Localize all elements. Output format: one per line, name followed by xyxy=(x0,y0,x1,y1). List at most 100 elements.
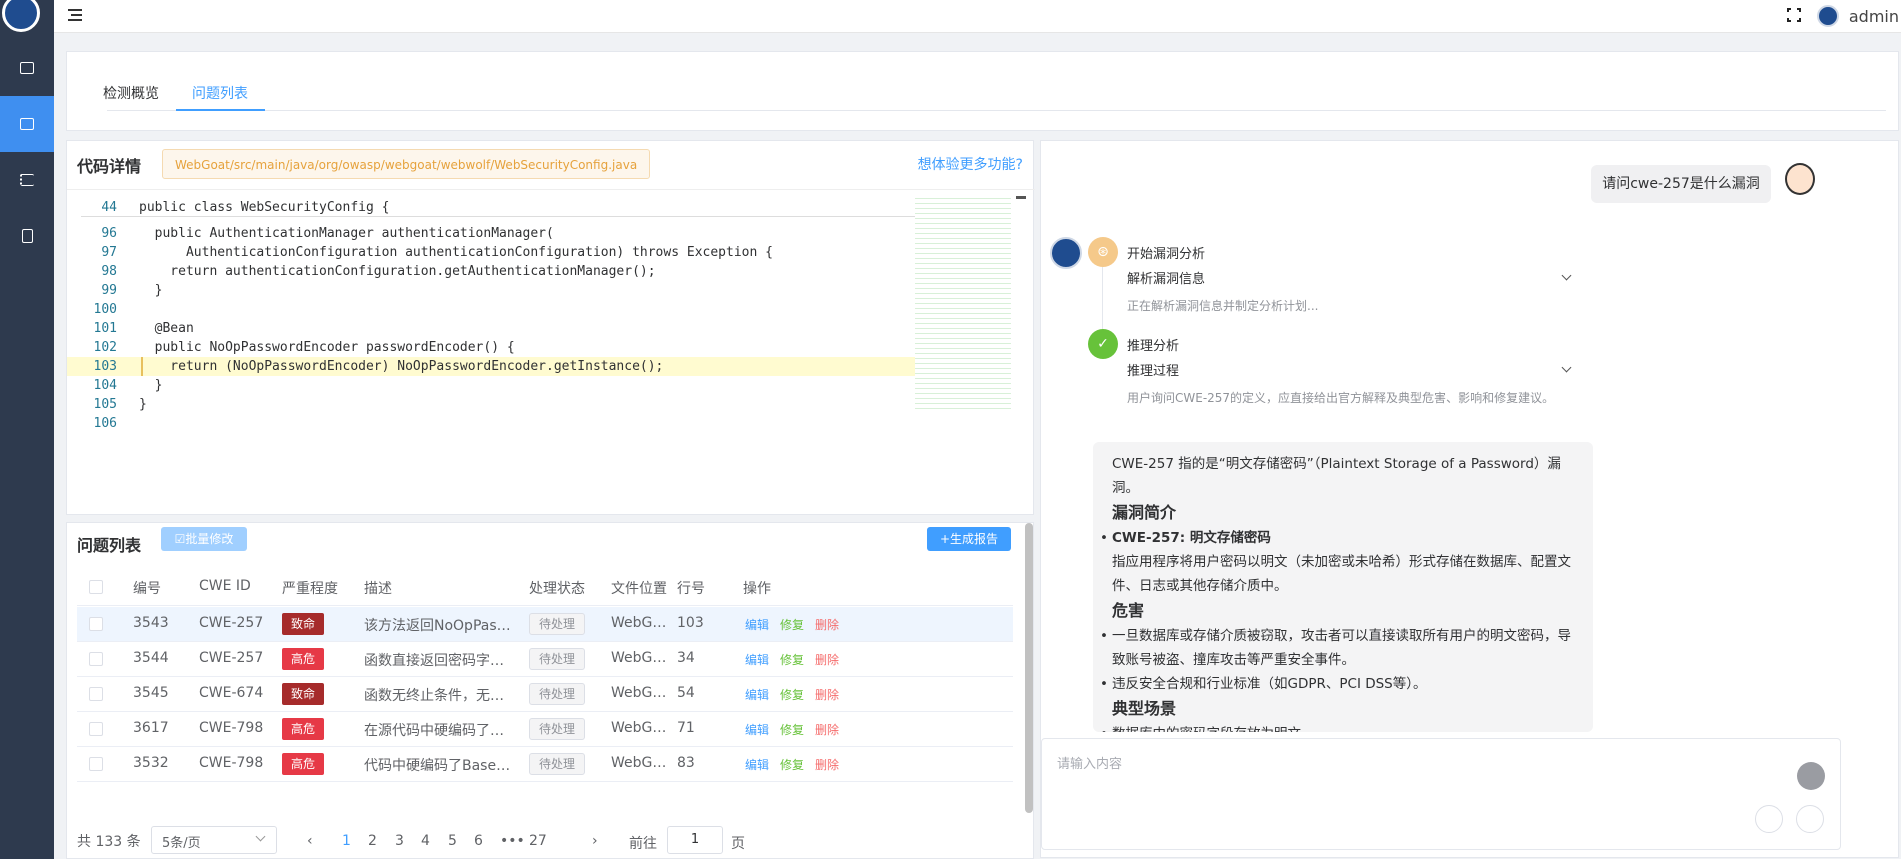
page-number[interactable]: 2 xyxy=(368,833,377,849)
code-line[interactable]: 106 xyxy=(67,414,917,433)
fix-button[interactable]: 修复 xyxy=(780,616,804,633)
sidebar-item-docs[interactable] xyxy=(0,208,54,264)
fix-button[interactable]: 修复 xyxy=(780,686,804,703)
edit-button[interactable]: 编辑 xyxy=(745,616,769,633)
delete-button[interactable]: 删除 xyxy=(815,616,839,633)
more-features-link[interactable]: 想体验更多功能? xyxy=(918,154,1023,174)
code-line[interactable]: 101 @Bean xyxy=(67,319,917,338)
issue-description: 函数直接返回密码字段的… xyxy=(364,653,514,669)
fix-button[interactable]: 修复 xyxy=(780,721,804,738)
code-editor[interactable]: 44 public class WebSecurityConfig { 96 pu… xyxy=(67,189,1035,515)
col-header[interactable]: CWE ID xyxy=(199,578,251,594)
code-line[interactable]: 97 AuthenticationConfiguration authentic… xyxy=(67,243,917,262)
col-header[interactable]: 严重程度 xyxy=(282,578,338,598)
step-sub[interactable]: 推理过程 xyxy=(1127,360,1179,379)
code-minimap[interactable] xyxy=(915,196,1011,411)
attach-icon[interactable] xyxy=(1755,805,1783,833)
code-line[interactable]: 100 xyxy=(67,300,917,319)
page-number[interactable]: 27 xyxy=(529,833,547,849)
file-location: WebG… xyxy=(611,720,667,736)
page-number[interactable]: 5 xyxy=(448,833,457,849)
severity-badge: 高危 xyxy=(282,648,324,670)
table-row[interactable]: 3543 CWE-257 致命 该方法返回NoOpPassword… 待处理 WebG… 1… xyxy=(77,607,1013,642)
table-row[interactable]: 3544 CWE-257 高危 函数直接返回密码字段的… 待处理 WebG… 34 编辑修复删… xyxy=(77,642,1013,677)
issue-description: 代码中硬编码了Base64编… xyxy=(364,758,514,774)
issue-id: 3617 xyxy=(133,720,169,736)
code-line[interactable]: 102 public NoOpPasswordEncoder passwordE… xyxy=(67,338,917,357)
page-number[interactable]: 6 xyxy=(474,833,483,849)
delete-button[interactable]: 删除 xyxy=(815,651,839,668)
robot-icon[interactable] xyxy=(1797,762,1825,790)
step-detail: 用户询问CWE-257的定义，应直接给出官方解释及典型危害、影响和修复建议。 xyxy=(1127,391,1555,405)
menu-toggle-icon[interactable] xyxy=(68,9,82,21)
minimap-slider[interactable] xyxy=(1016,196,1026,199)
code-line[interactable]: 99 } xyxy=(67,281,917,300)
sidebar-item-projects[interactable] xyxy=(0,96,54,152)
step-connector xyxy=(1102,267,1103,329)
user-avatar xyxy=(1785,163,1815,195)
send-icon[interactable] xyxy=(1796,805,1824,833)
edit-button[interactable]: 编辑 xyxy=(745,721,769,738)
page-number[interactable]: ••• xyxy=(500,833,525,849)
generate-report-button[interactable]: +生成报告 xyxy=(927,527,1011,551)
goto-page-input[interactable]: 1 xyxy=(667,826,723,854)
status-badge: 待处理 xyxy=(529,718,585,740)
username[interactable]: admin xyxy=(1849,7,1899,26)
col-header[interactable]: 描述 xyxy=(364,578,392,598)
code-line[interactable]: 98 return authenticationConfiguration.ge… xyxy=(67,262,917,281)
row-checkbox[interactable] xyxy=(89,617,103,631)
edit-button[interactable]: 编辑 xyxy=(745,651,769,668)
line-number: 103 xyxy=(677,615,704,631)
sidebar-item-overview[interactable] xyxy=(0,40,54,96)
chat-input[interactable]: 请输入内容 xyxy=(1041,738,1841,850)
folder-icon xyxy=(20,118,34,130)
line-number: 83 xyxy=(677,755,695,771)
col-header[interactable]: 操作 xyxy=(743,578,771,598)
chevron-down-icon[interactable] xyxy=(1561,270,1572,281)
chevron-down-icon[interactable] xyxy=(1561,362,1572,373)
edit-button[interactable]: 编辑 xyxy=(745,686,769,703)
select-all-checkbox[interactable] xyxy=(89,580,103,594)
line-number: 101 xyxy=(93,321,117,336)
row-checkbox[interactable] xyxy=(89,687,103,701)
page-number[interactable]: 3 xyxy=(395,833,404,849)
col-header[interactable]: 编号 xyxy=(133,578,161,598)
step-sub[interactable]: 解析漏洞信息 xyxy=(1127,268,1205,287)
row-checkbox[interactable] xyxy=(89,652,103,666)
col-header[interactable]: 行号 xyxy=(677,578,705,598)
col-header[interactable]: 处理状态 xyxy=(529,578,585,598)
table-header: 编号 CWE ID 严重程度 描述 处理状态 文件位置 行号 操作 xyxy=(77,566,1013,606)
issue-panel-scrollbar[interactable] xyxy=(1025,523,1033,813)
delete-button[interactable]: 删除 xyxy=(815,686,839,703)
row-checkbox[interactable] xyxy=(89,722,103,736)
edit-button[interactable]: 编辑 xyxy=(745,756,769,773)
avatar[interactable] xyxy=(1817,5,1839,27)
page-number[interactable]: 1 xyxy=(342,833,351,849)
fix-button[interactable]: 修复 xyxy=(780,651,804,668)
table-row[interactable]: 3617 CWE-798 高危 在源代码中硬编码了数据… 待处理 WebG… 71 编辑修复删… xyxy=(77,712,1013,747)
page-number[interactable]: 4 xyxy=(421,833,430,849)
batch-edit-button[interactable]: ☑批量修改 xyxy=(161,527,247,551)
row-checkbox[interactable] xyxy=(89,757,103,771)
sidebar-item-list[interactable] xyxy=(0,152,54,208)
code-line[interactable]: 96 public AuthenticationManager authenti… xyxy=(67,224,917,243)
delete-button[interactable]: 删除 xyxy=(815,721,839,738)
tab-issue-list[interactable]: 问题列表 xyxy=(192,83,248,103)
code-line[interactable]: 104 } xyxy=(67,376,917,395)
answer-bullet: 一旦数据库或存储介质被窃取，攻击者可以直接读取所有用户的明文密码，导致账号被盗、… xyxy=(1100,624,1574,672)
code-line-text: public NoOpPasswordEncoder passwordEncod… xyxy=(139,340,515,355)
next-page-button[interactable]: › xyxy=(592,833,598,849)
list-icon xyxy=(20,174,34,186)
code-line[interactable]: 105} xyxy=(67,395,917,414)
prev-page-button[interactable]: ‹ xyxy=(307,833,313,849)
fullscreen-icon[interactable] xyxy=(1786,7,1802,23)
table-row[interactable]: 3532 CWE-798 高危 代码中硬编码了Base64编… 待处理 WebG… 83 编辑… xyxy=(77,747,1013,782)
page-size-select[interactable]: 5条/页 xyxy=(151,826,277,854)
delete-button[interactable]: 删除 xyxy=(815,756,839,773)
col-header[interactable]: 文件位置 xyxy=(611,578,667,598)
file-location: WebG… xyxy=(611,755,667,771)
code-line[interactable]: 103 return (NoOpPasswordEncoder) NoOpPas… xyxy=(67,357,917,376)
tab-overview[interactable]: 检测概览 xyxy=(103,83,159,103)
fix-button[interactable]: 修复 xyxy=(780,756,804,773)
table-row[interactable]: 3545 CWE-674 致命 函数无终止条件，无限递… 待处理 WebG… 54 编辑修复删… xyxy=(77,677,1013,712)
